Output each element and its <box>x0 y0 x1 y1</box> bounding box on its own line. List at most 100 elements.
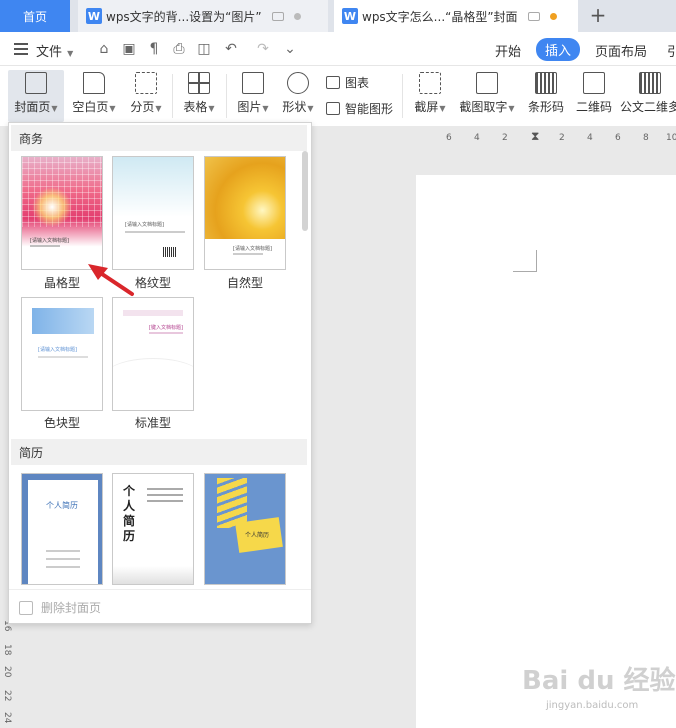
chart-button[interactable]: 图表 <box>326 74 369 91</box>
wps-writer-icon: W <box>342 8 358 24</box>
table-icon <box>188 72 210 94</box>
doc-qrcode-label: 公文二维多 <box>620 100 676 114</box>
delete-cover-button: 删除封面页 <box>19 599 101 616</box>
customize-toolbar-icon[interactable]: ⌄ <box>282 41 298 57</box>
screenshot-label: 截屏 <box>414 100 439 114</box>
cover-label-nature: 自然型 <box>226 276 263 290</box>
ruler-number: 6 <box>446 133 452 143</box>
tab-doc-2-title: wps文字怎么...“晶格型”封面 <box>362 9 518 24</box>
open-folder-icon[interactable]: ⌂ <box>96 41 112 57</box>
blank-page-button[interactable]: 空白页▼ <box>70 70 118 122</box>
undo-icon[interactable]: ↶ <box>223 41 239 57</box>
picture-button[interactable]: 图片▼ <box>234 70 272 122</box>
smartart-icon <box>326 102 340 115</box>
thumb-text: 个人简历 <box>245 532 270 539</box>
cover-template-standard[interactable]: [键入文档标题] <box>112 297 194 411</box>
cover-template-plaid[interactable]: [请输入文档标题] <box>112 156 194 270</box>
monitor-icon[interactable] <box>271 11 284 21</box>
screenshot-button[interactable]: 截屏▼ <box>410 70 450 122</box>
unsaved-dot[interactable] <box>549 12 557 20</box>
indent-marker-icon[interactable]: ⧗ <box>531 129 539 144</box>
tab-reference[interactable]: 引 <box>667 41 676 60</box>
table-button[interactable]: 表格▼ <box>180 70 218 122</box>
qrcode-button[interactable]: 二维码 <box>572 70 616 122</box>
ruler-number: 18 <box>2 644 12 656</box>
wps-writer-icon: W <box>86 8 102 24</box>
thumb-text: [请输入文档标题] <box>30 238 69 244</box>
save-icon[interactable]: ▣ <box>121 41 137 57</box>
thumb-text: [请输入文档标题] <box>38 347 77 353</box>
ruler-number: 8 <box>643 133 649 143</box>
screenshot-icon <box>419 72 441 94</box>
tab-page-layout[interactable]: 页面布局 <box>595 41 647 60</box>
section-business: 商务 <box>11 125 307 151</box>
format-painter-icon[interactable]: ¶ <box>146 41 162 57</box>
panel-scrollbar[interactable] <box>302 151 308 231</box>
cover-template-color-block[interactable]: [请输入文档标题] <box>21 297 103 411</box>
tab-status-dot[interactable] <box>293 12 301 20</box>
delete-cover-icon <box>19 600 33 615</box>
barcode-button[interactable]: 条形码 <box>524 70 568 122</box>
page-break-icon <box>135 72 157 94</box>
tab-doc-1[interactable]: W wps文字的背...设置为“图片” <box>78 0 328 32</box>
tab-home[interactable]: 首页 <box>0 0 70 32</box>
page-break-button[interactable]: 分页▼ <box>126 70 166 122</box>
cover-template-lattice[interactable]: [请输入文档标题] <box>21 156 103 270</box>
ruler-number: 2 <box>502 133 508 143</box>
baidu-watermark: Bai du 经验 <box>522 666 676 696</box>
delete-cover-label: 删除封面页 <box>41 601 102 615</box>
cover-template-nature[interactable]: [请输入文档标题] <box>204 156 286 270</box>
ruler-number: 24 <box>2 712 12 724</box>
thumb-text: 人 <box>123 499 136 513</box>
tab-start[interactable]: 开始 <box>495 41 521 60</box>
qrcode-icon <box>583 72 605 94</box>
ruler-number: 10 <box>666 133 676 143</box>
shape-icon <box>287 72 309 94</box>
barcode-label: 条形码 <box>527 100 564 114</box>
smartart-label: 智能图形 <box>345 102 394 116</box>
horizontal-ruler[interactable]: 6 4 2 ⧗ 2 4 6 8 10 <box>312 126 676 150</box>
tab-insert[interactable]: 插入 <box>536 38 581 61</box>
tab-home-label: 首页 <box>22 9 47 24</box>
cover-page-icon <box>25 72 47 94</box>
ruler-number: 2 <box>559 133 565 143</box>
monitor-icon[interactable] <box>527 11 540 21</box>
section-resume: 简历 <box>11 439 307 465</box>
file-menu[interactable]: 文件 ▼ <box>36 41 73 60</box>
doc-qrcode-button[interactable]: 公文二维多 <box>620 70 676 122</box>
cover-label-standard: 标准型 <box>134 416 171 430</box>
ruler-number: 6 <box>615 133 621 143</box>
cover-template-resume-3[interactable]: 个人简历 <box>204 473 286 585</box>
ruler-number: 20 <box>2 666 12 678</box>
barcode-icon <box>535 72 557 94</box>
chart-icon <box>326 76 340 89</box>
thumb-text: 历 <box>123 529 136 543</box>
add-tab-button[interactable]: + <box>586 3 610 27</box>
file-menu-label: 文件 <box>36 45 63 60</box>
smartart-button[interactable]: 智能图形 <box>326 100 393 117</box>
document-page[interactable] <box>416 175 676 728</box>
redo-icon[interactable]: ↷ <box>255 41 271 57</box>
table-label: 表格 <box>183 100 208 114</box>
ribbon-toolbar: 封面页▼ 空白页▼ 分页▼ 表格▼ 图片▼ 形状▼ 图表 智能图形 截屏▼ 截图… <box>0 66 676 126</box>
thumb-text: [键入文档标题] <box>149 325 183 331</box>
ruler-number: 4 <box>474 133 480 143</box>
shape-button[interactable]: 形状▼ <box>280 70 316 122</box>
cover-template-resume-2[interactable]: 个 人 简 历 <box>112 473 194 585</box>
shape-label: 形状 <box>282 100 307 114</box>
menu-bar: 文件 ▼ ⌂ ▣ ¶ ⎙ ◫ ↶ ↷ ⌄ 开始 插入 页面布局 引 <box>0 32 676 66</box>
page-corner-mark <box>513 250 537 272</box>
blank-page-icon <box>83 72 105 94</box>
chevron-down-icon: ▼ <box>67 49 74 58</box>
thumb-text: [请输入文档标题] <box>125 222 164 228</box>
cover-template-resume-1[interactable]: 个人简历 <box>21 473 103 585</box>
cover-page-button[interactable]: 封面页▼ <box>8 70 64 122</box>
print-icon[interactable]: ⎙ <box>171 41 187 57</box>
tab-doc-2[interactable]: W wps文字怎么...“晶格型”封面 <box>334 0 578 32</box>
thumb-resume-vertical: 个 人 简 历 <box>123 484 137 544</box>
doc-qrcode-icon <box>639 72 661 94</box>
print-preview-icon[interactable]: ◫ <box>196 41 212 57</box>
ocr-button[interactable]: 截图取字▼ <box>456 70 518 122</box>
qrcode-label: 二维码 <box>575 100 612 114</box>
hamburger-icon[interactable] <box>14 43 28 55</box>
